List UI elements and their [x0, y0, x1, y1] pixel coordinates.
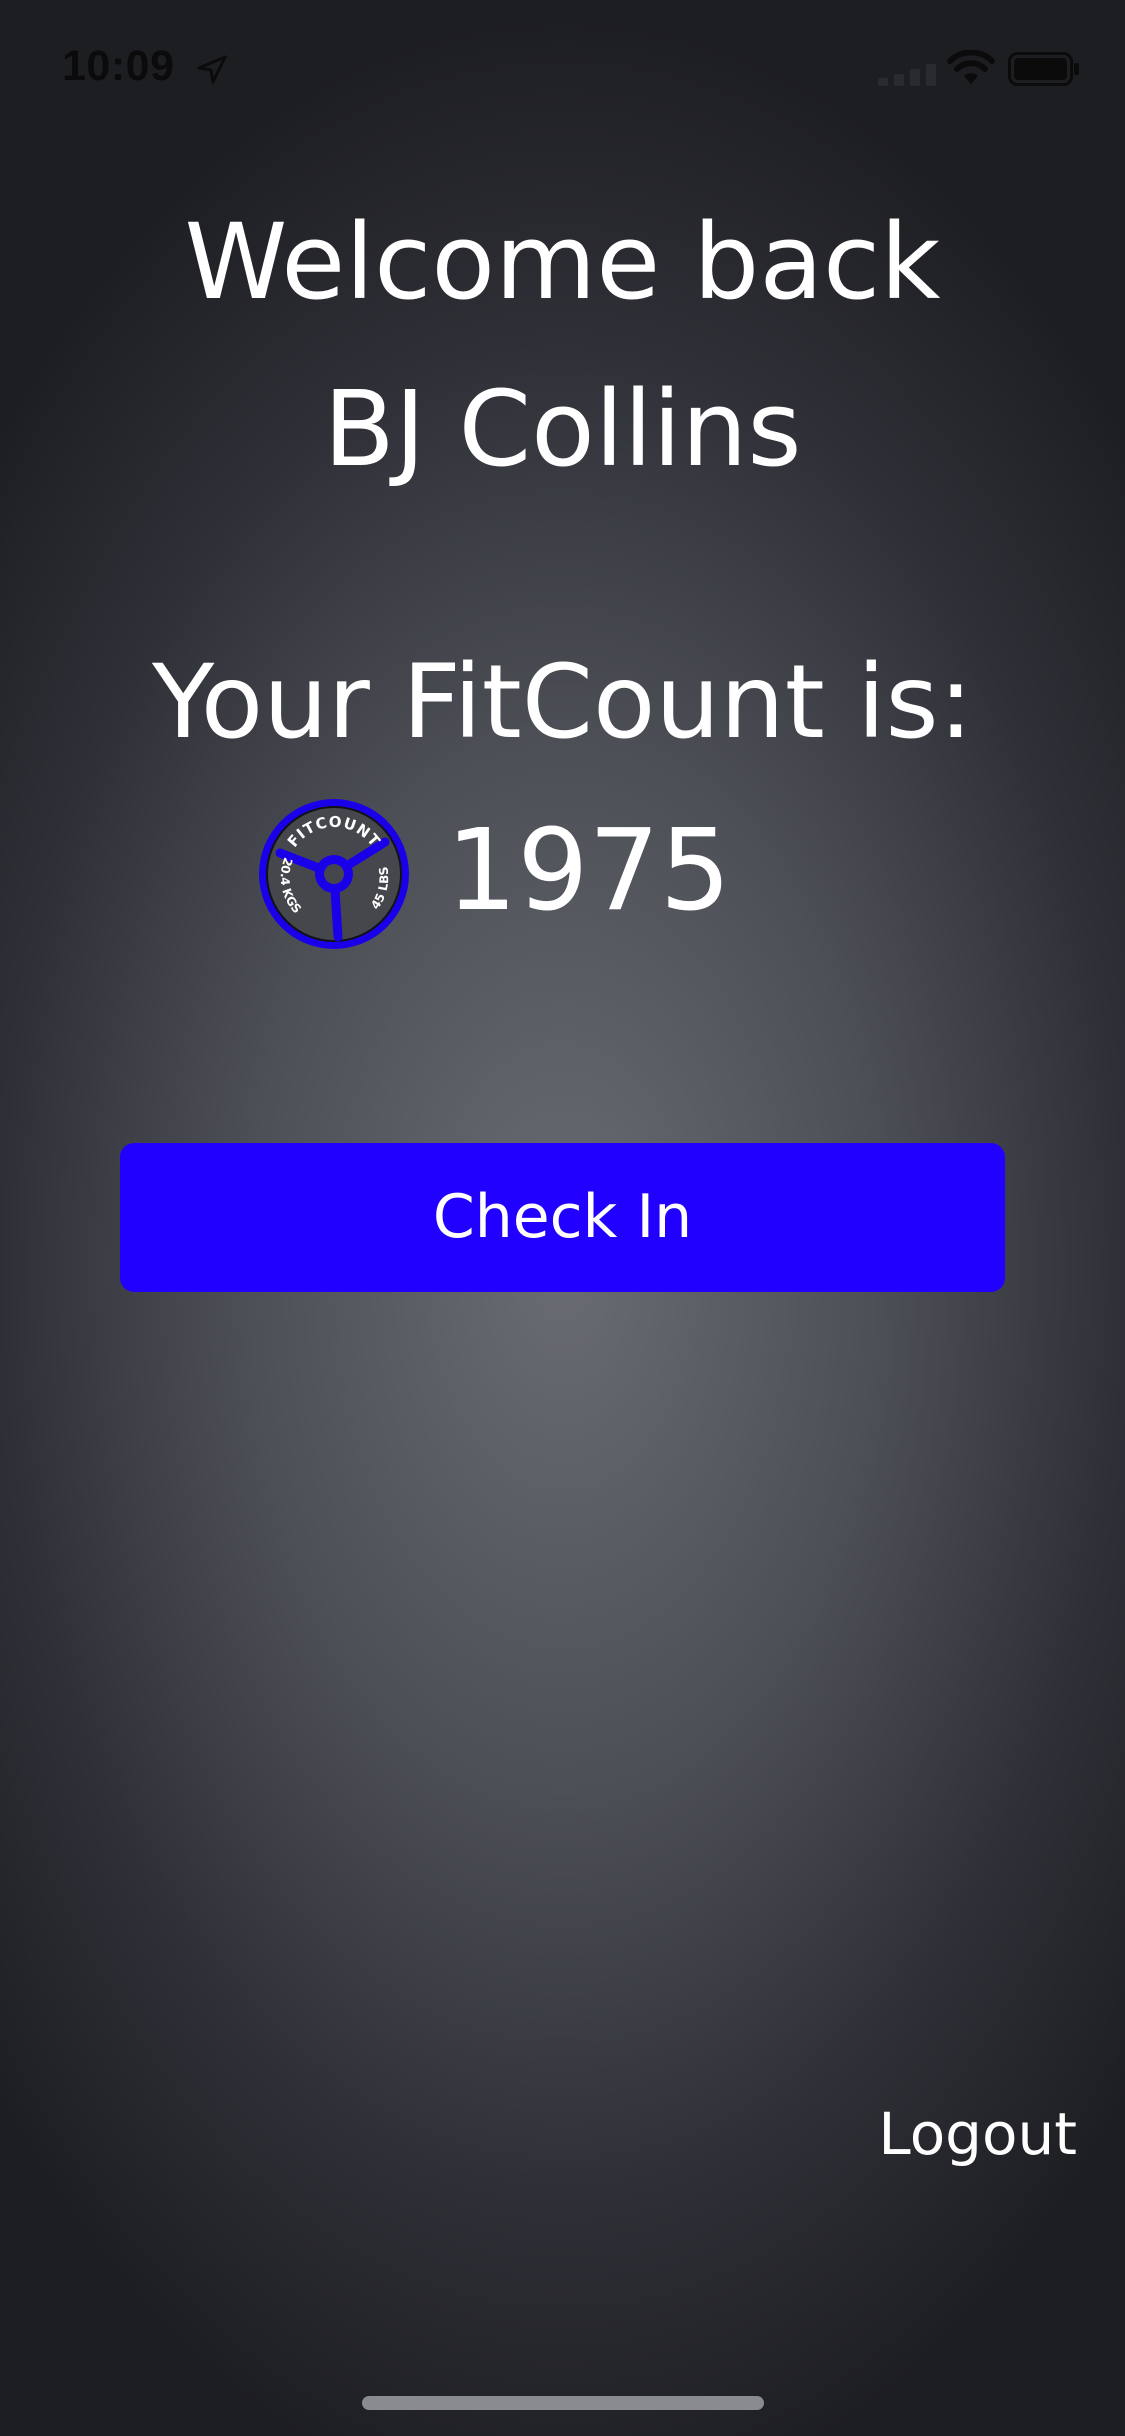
welcome-heading: Welcome back [184, 201, 941, 323]
status-time: 10:09 [62, 42, 175, 90]
fitcount-label: Your FitCount is: [152, 643, 973, 762]
location-arrow-icon [197, 55, 227, 84]
status-bar: 10:09 [0, 0, 1125, 132]
check-in-button[interactable]: Check In [120, 1143, 1005, 1292]
cellular-signal-icon [878, 64, 936, 86]
user-name: BJ Collins [323, 368, 802, 490]
fitcount-value: 1975 [446, 806, 732, 936]
weight-plate-icon: FITCOUNT 20.4 KGS 45 LBS [259, 799, 409, 949]
wifi-icon [947, 50, 995, 84]
battery-icon [1008, 52, 1079, 86]
logout-button[interactable]: Logout [878, 2094, 1077, 2174]
home-indicator[interactable] [362, 2396, 764, 2410]
